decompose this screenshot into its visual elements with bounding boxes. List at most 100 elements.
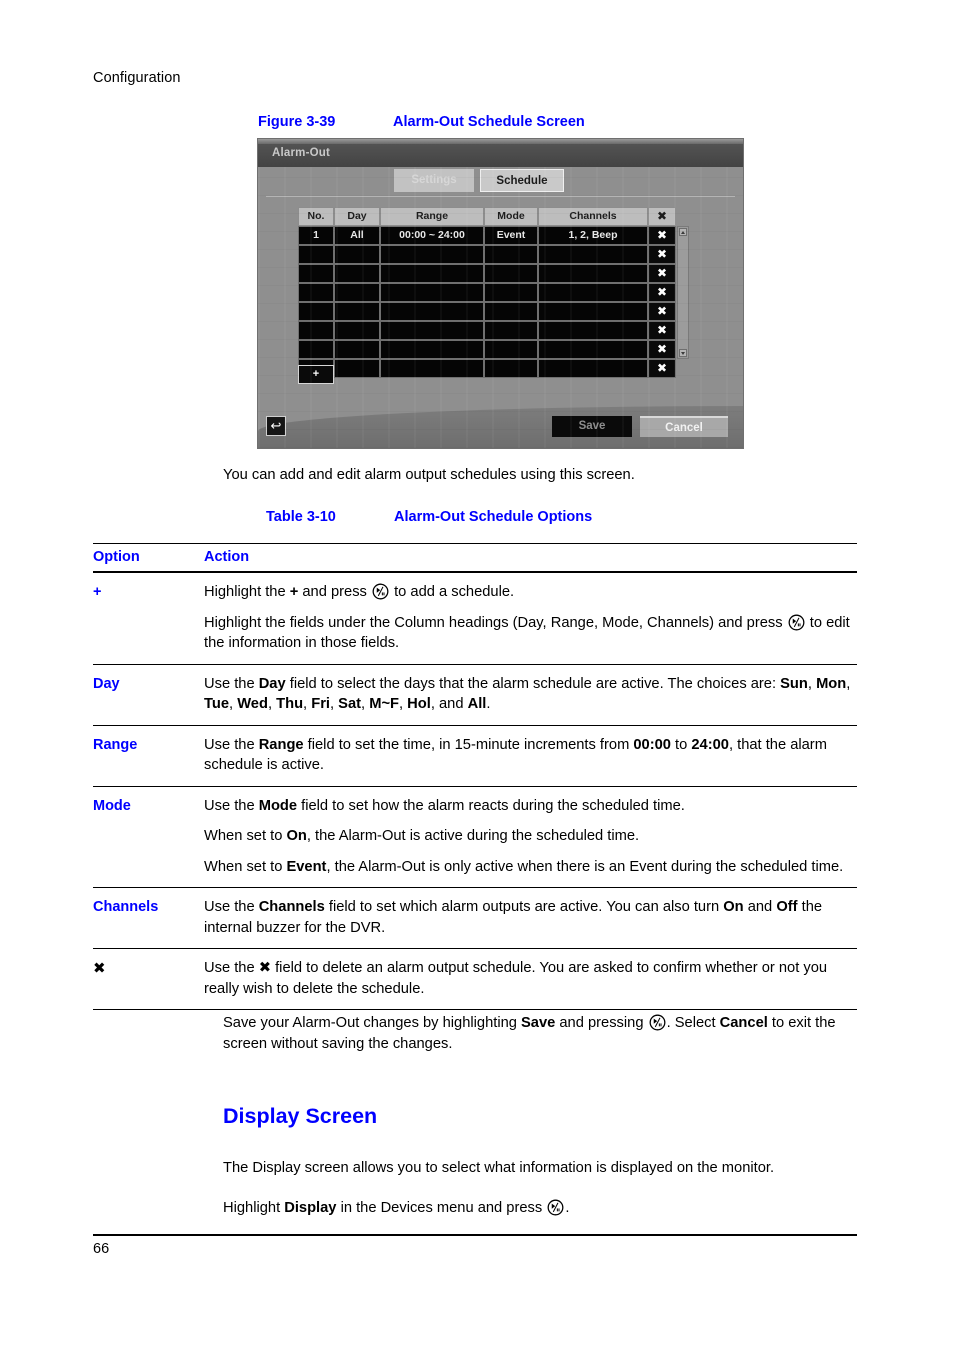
cell-mode[interactable] [484, 283, 538, 302]
cell-channels[interactable] [538, 245, 648, 264]
column-header-day: Day [334, 207, 380, 226]
option-action-delete: Use the ✖ field to delete an alarm outpu… [204, 958, 857, 999]
tabbar-underline [266, 196, 735, 197]
tab-schedule[interactable]: Schedule [480, 169, 564, 192]
schedule-table-body: 1 All 00:00 ~ 24:00 Event 1, 2, Beep ✖ ✖ [298, 226, 676, 378]
figure-caption: Figure 3-39 Alarm-Out Schedule Screen [258, 114, 585, 130]
dvr-titlebar [258, 144, 743, 167]
option-action-plus: Highlight the + and press to add a sched… [204, 582, 857, 654]
cell-mode[interactable] [484, 245, 538, 264]
cell-day[interactable] [334, 359, 380, 378]
footer-divider [93, 1234, 857, 1236]
cell-range[interactable] [380, 283, 484, 302]
cell-range[interactable]: 00:00 ~ 24:00 [380, 226, 484, 245]
cell-day[interactable]: All [334, 226, 380, 245]
delete-row-button[interactable]: ✖ [648, 359, 676, 378]
option-label-mode: Mode [93, 797, 131, 814]
delete-row-button[interactable]: ✖ [648, 340, 676, 359]
cancel-button[interactable]: Cancel [640, 416, 728, 437]
options-row-delete: ✖ Use the ✖ field to delete an alarm out… [93, 949, 857, 1010]
column-header-delete-icon: ✖ [648, 207, 676, 226]
figure-title: Alarm-Out Schedule Screen [393, 114, 585, 130]
tab-settings[interactable]: Settings [394, 169, 474, 192]
cell-channels[interactable] [538, 359, 648, 378]
table-row[interactable]: ✖ [298, 264, 676, 283]
table-row[interactable]: ✖ [298, 302, 676, 321]
schedule-table-header: No. Day Range Mode Channels ✖ [298, 207, 676, 226]
option-action-day: Use the Day field to select the days tha… [204, 674, 857, 715]
add-schedule-button[interactable]: + [298, 365, 334, 384]
scroll-down-arrow-icon[interactable] [679, 349, 687, 357]
dvr-screenshot-alarm-out: Alarm-Out Settings Schedule No. Day Rang… [258, 139, 743, 448]
play-pause-icon [547, 1199, 564, 1216]
delete-row-button[interactable]: ✖ [648, 226, 676, 245]
cell-channels[interactable] [538, 264, 648, 283]
cell-mode[interactable] [484, 321, 538, 340]
play-pause-icon [372, 583, 389, 600]
table-number: Table 3-10 [266, 509, 336, 525]
options-row-plus: + Highlight the + and press to add a sch… [93, 573, 857, 665]
delete-row-button[interactable]: ✖ [648, 302, 676, 321]
dvr-body: Settings Schedule No. Day Range Mode Cha… [258, 167, 743, 448]
save-button[interactable]: Save [552, 416, 632, 437]
cell-day[interactable] [334, 283, 380, 302]
column-header-range: Range [380, 207, 484, 226]
scroll-up-arrow-icon[interactable] [679, 228, 687, 236]
page-title-display-screen: Display Screen [223, 1104, 378, 1128]
cell-no [298, 245, 334, 264]
table-row[interactable]: ✖ [298, 245, 676, 264]
cell-day[interactable] [334, 264, 380, 283]
option-label-range: Range [93, 736, 138, 753]
cell-range[interactable] [380, 245, 484, 264]
cell-channels[interactable] [538, 283, 648, 302]
table-row[interactable]: ✖ [298, 340, 676, 359]
table-scrollbar[interactable] [677, 226, 689, 359]
cell-range[interactable] [380, 340, 484, 359]
delete-row-button[interactable]: ✖ [648, 264, 676, 283]
options-row-mode: Mode Use the Mode field to set how the a… [93, 787, 857, 888]
cell-mode[interactable] [484, 264, 538, 283]
cell-mode[interactable]: Event [484, 226, 538, 245]
cell-day[interactable] [334, 321, 380, 340]
display-paragraph-2: Highlight Display in the Devices menu an… [223, 1199, 570, 1216]
cell-day[interactable] [334, 302, 380, 321]
table-row[interactable]: 1 All 00:00 ~ 24:00 Event 1, 2, Beep ✖ [298, 226, 676, 245]
options-row-day: Day Use the Day field to select the days… [93, 665, 857, 726]
delete-row-button[interactable]: ✖ [648, 321, 676, 340]
action-paragraph: Use the Range field to set the time, in … [204, 736, 827, 774]
cell-range[interactable] [380, 359, 484, 378]
action-paragraph: When set to On, the Alarm-Out is active … [204, 828, 640, 844]
column-header-mode: Mode [484, 207, 538, 226]
delete-row-button[interactable]: ✖ [648, 283, 676, 302]
column-header-no: No. [298, 207, 334, 226]
header-action: Action [204, 549, 250, 565]
header-option: Option [93, 549, 140, 565]
cell-channels[interactable] [538, 340, 648, 359]
option-label-day: Day [93, 675, 120, 692]
cell-mode[interactable] [484, 302, 538, 321]
cell-day[interactable] [334, 245, 380, 264]
option-action-channels: Use the Channels field to set which alar… [204, 897, 857, 938]
option-label-plus: + [93, 584, 102, 600]
options-row-range: Range Use the Range field to set the tim… [93, 726, 857, 787]
action-paragraph: Highlight the fields under the Column he… [204, 614, 850, 651]
cell-channels[interactable]: 1, 2, Beep [538, 226, 648, 245]
back-arrow-icon[interactable]: ↩ [266, 416, 286, 436]
cell-range[interactable] [380, 321, 484, 340]
cell-mode[interactable] [484, 340, 538, 359]
table-row[interactable]: ✖ [298, 321, 676, 340]
table-row[interactable]: ✖ [298, 359, 676, 378]
delete-row-button[interactable]: ✖ [648, 245, 676, 264]
running-header: Configuration [93, 70, 181, 86]
document-page: Configuration Figure 3-39 Alarm-Out Sched… [0, 0, 954, 1348]
cell-range[interactable] [380, 264, 484, 283]
cell-range[interactable] [380, 302, 484, 321]
table-row[interactable]: ✖ [298, 283, 676, 302]
cell-channels[interactable] [538, 302, 648, 321]
action-paragraph: Use the Channels field to set which alar… [204, 899, 823, 936]
play-pause-icon [788, 614, 805, 630]
cell-day[interactable] [334, 340, 380, 359]
cell-channels[interactable] [538, 321, 648, 340]
cell-mode[interactable] [484, 359, 538, 378]
dvr-window-title: Alarm-Out [272, 147, 331, 159]
